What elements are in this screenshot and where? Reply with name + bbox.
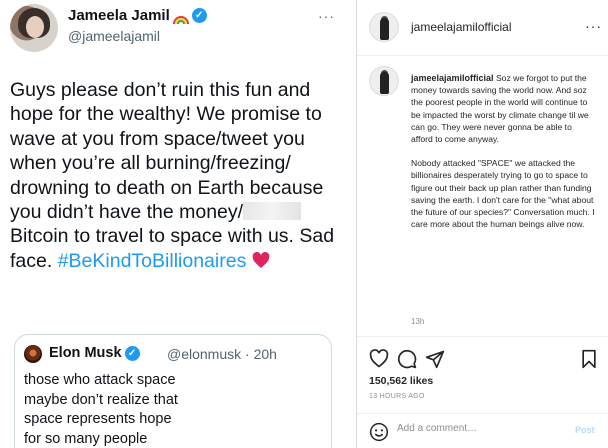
- caption-avatar[interactable]: [369, 66, 399, 96]
- quoted-text: those who attack space maybe don’t reali…: [24, 371, 324, 448]
- post-age: 13 HOURS AGO: [369, 393, 425, 400]
- caption-timestamp: 13h: [411, 317, 425, 326]
- post-caption: jameelajamilofficial Soz we forgot to pu…: [411, 72, 595, 242]
- quoted-handle-time: @elonmusk · 20h: [167, 346, 277, 362]
- tweet-line-text: face.: [10, 249, 58, 272]
- quoted-avatar[interactable]: [24, 345, 42, 363]
- quoted-tweet[interactable]: Elon Musk ✓ @elonmusk · 20h those who at…: [14, 334, 332, 448]
- post-header: jameelajamilofficial ···: [357, 0, 608, 56]
- post-actions: 150,562 likes 13 HOURS AGO Post: [357, 336, 608, 448]
- caption-paragraph: jameelajamilofficial Soz we forgot to pu…: [411, 72, 595, 145]
- avatar[interactable]: [10, 4, 58, 52]
- likes-count[interactable]: 150,562 likes: [369, 375, 433, 387]
- rainbow-icon: [172, 11, 189, 24]
- tweet-line: you didn’t have the money/: [10, 200, 336, 224]
- emoji-icon[interactable]: [369, 422, 389, 442]
- quoted-line: for so many people: [24, 430, 148, 447]
- caption-paragraph: Nobody attacked "SPACE" we attacked the …: [411, 158, 595, 230]
- quoted-author-name: Elon Musk ✓: [49, 345, 140, 361]
- tweet-line: hope for the wealthy! We promise to: [10, 103, 322, 126]
- like-heart-icon[interactable]: [369, 349, 389, 369]
- tweet-line: Guys please don’t ruin this fun and: [10, 79, 311, 101]
- tweet-line: wave at you from space/tweet you: [10, 127, 305, 150]
- avatar[interactable]: [369, 12, 399, 42]
- tweet-text: Guys please don’t ruin this fun and hope…: [10, 78, 336, 273]
- comment-bar: Post: [357, 413, 608, 448]
- more-options-icon[interactable]: ···: [318, 8, 335, 24]
- caption-text: Soz we forgot to put the money towards s…: [411, 73, 589, 145]
- quoted-name-text: Elon Musk: [49, 345, 122, 361]
- tweet-line-text: you didn’t have the money/: [10, 201, 244, 224]
- caption-username[interactable]: jameelajamilofficial: [411, 73, 494, 83]
- tweet-line: drowning to death on Earth because: [10, 176, 324, 199]
- verified-icon: ✓: [124, 345, 140, 361]
- bookmark-icon[interactable]: [579, 349, 599, 369]
- instagram-post: jameelajamilofficial ··· jameelajamiloff…: [356, 0, 608, 448]
- tweet-author-handle[interactable]: @jameelajamil: [68, 28, 160, 44]
- quoted-line: maybe don’t realize that: [24, 391, 178, 408]
- tweet-line: when you’re all burning/freezing/: [10, 152, 291, 175]
- avatar-face: [26, 16, 44, 38]
- quoted-line: those who attack space: [24, 372, 176, 388]
- avatar-figure: [380, 72, 389, 94]
- quoted-line: space represents hope: [24, 411, 172, 427]
- red-heart-icon: [252, 251, 270, 268]
- post-comment-button[interactable]: Post: [575, 425, 595, 435]
- hashtag-link[interactable]: #BeKindToBillionaires: [58, 250, 247, 272]
- share-icon[interactable]: [425, 349, 445, 369]
- tweet-line: Bitcoin to travel to space with us. Sad: [10, 225, 335, 248]
- avatar-figure: [380, 18, 389, 40]
- comment-icon[interactable]: [397, 349, 417, 369]
- tweet-line: face. #BeKindToBillionaires: [10, 249, 336, 273]
- redacted-blur: [243, 202, 302, 221]
- comment-input[interactable]: [397, 423, 557, 434]
- more-options-icon[interactable]: ···: [585, 18, 602, 34]
- tweet-card: Jameela Jamil ✓ @jameelajamil ··· Guys p…: [0, 0, 340, 448]
- tweet-author-name[interactable]: Jameela Jamil ✓: [68, 7, 207, 24]
- verified-icon: ✓: [191, 8, 207, 23]
- post-username[interactable]: jameelajamilofficial: [411, 20, 512, 34]
- author-name-text: Jameela Jamil: [68, 7, 170, 24]
